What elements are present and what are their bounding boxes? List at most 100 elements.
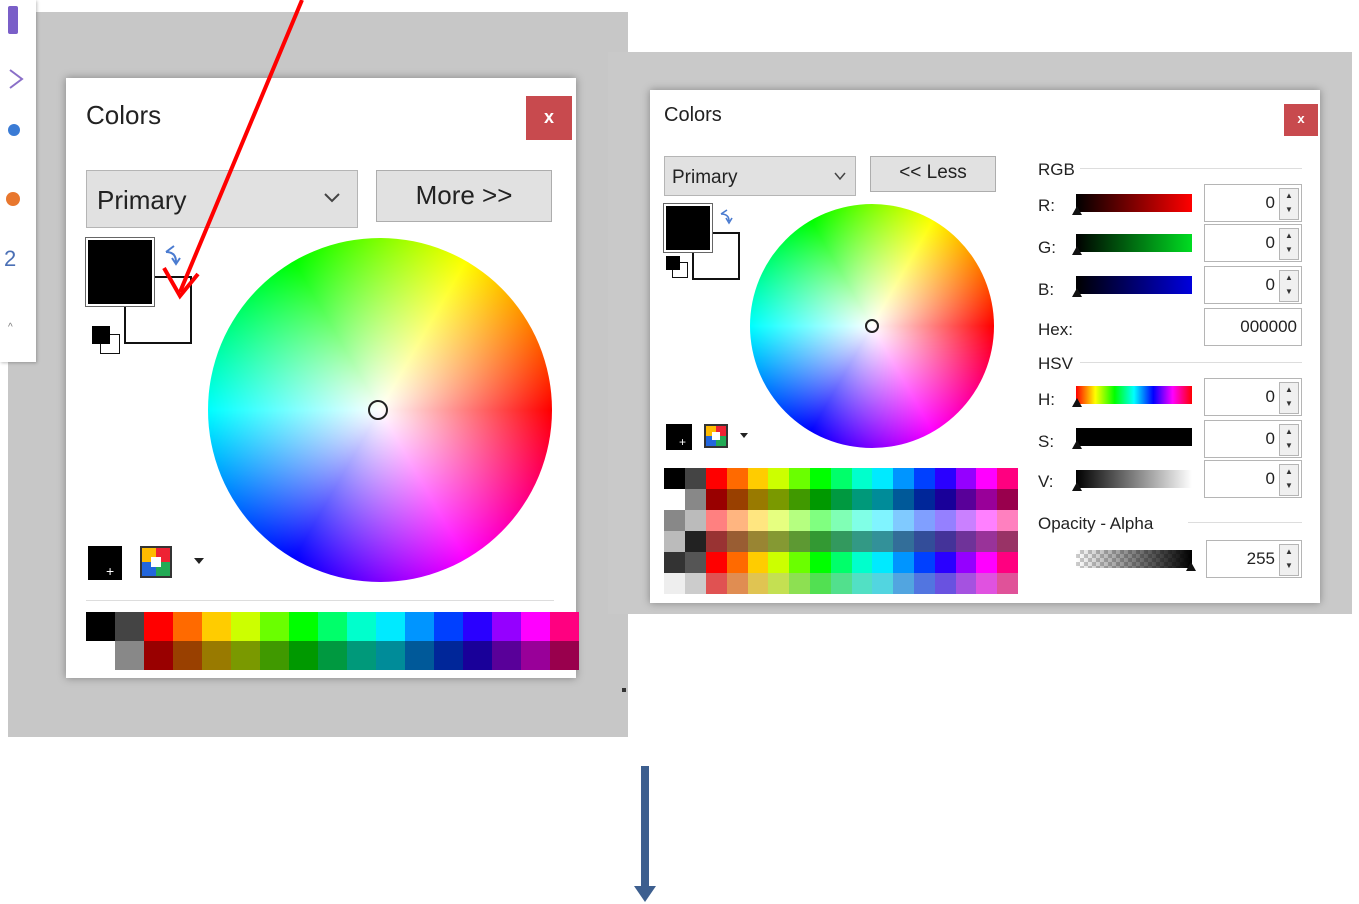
blue-slider[interactable]	[1076, 276, 1192, 294]
hue-slider[interactable]	[1076, 386, 1192, 404]
palette-swatch[interactable]	[976, 531, 998, 552]
red-slider[interactable]	[1076, 194, 1192, 212]
palette-swatch[interactable]	[706, 489, 727, 510]
palette-swatch[interactable]	[934, 468, 956, 489]
palette-swatch[interactable]	[434, 641, 463, 670]
swap-icon[interactable]	[718, 208, 736, 226]
hex-input[interactable]: 000000	[1204, 308, 1302, 346]
primary-secondary-dropdown[interactable]: Primary	[664, 156, 856, 196]
palette-swatch[interactable]	[521, 612, 550, 641]
line-tool-icon[interactable]: ^	[8, 322, 13, 333]
palette-swatch[interactable]	[851, 468, 873, 489]
palette-swatch[interactable]	[934, 552, 956, 573]
palette-swatch[interactable]	[684, 573, 706, 594]
saturation-slider-thumb[interactable]	[1072, 440, 1082, 449]
palette-swatch[interactable]	[810, 510, 831, 531]
palette-swatch[interactable]	[86, 641, 115, 670]
value-input[interactable]: 0 ▲ ▼	[1204, 460, 1302, 498]
palette-swatch[interactable]	[726, 468, 748, 489]
palette-swatch[interactable]	[830, 489, 852, 510]
saturation-slider[interactable]	[1076, 428, 1192, 446]
palette-swatch[interactable]	[872, 489, 894, 510]
palette-swatch[interactable]	[997, 552, 1018, 573]
palette-swatch[interactable]	[914, 489, 935, 510]
palette-swatch[interactable]	[872, 552, 894, 573]
palette-swatch[interactable]	[955, 573, 977, 594]
palette-swatch[interactable]	[893, 531, 914, 552]
palette-swatch[interactable]	[463, 641, 492, 670]
palette-swatch[interactable]	[706, 468, 727, 489]
palette-swatch[interactable]	[726, 573, 748, 594]
palette-swatch[interactable]	[789, 510, 810, 531]
less-button[interactable]: << Less	[870, 156, 996, 192]
palette-swatch[interactable]	[872, 468, 894, 489]
palette-swatch[interactable]	[789, 531, 810, 552]
palette-swatch[interactable]	[289, 641, 318, 670]
palette-swatch[interactable]	[997, 489, 1018, 510]
palette-swatch[interactable]	[463, 612, 492, 641]
palette-swatch[interactable]	[706, 510, 727, 531]
palette-swatch[interactable]	[872, 573, 894, 594]
palette-swatch[interactable]	[115, 612, 144, 641]
palette-swatch[interactable]	[976, 489, 998, 510]
reset-colors-icon[interactable]	[92, 326, 120, 354]
palette-swatch[interactable]	[976, 468, 998, 489]
palette-swatch[interactable]	[726, 489, 748, 510]
palette-swatch[interactable]	[747, 552, 769, 573]
green-spinner[interactable]: ▲ ▼	[1279, 228, 1299, 260]
palette-swatch[interactable]	[976, 573, 998, 594]
palette-swatch[interactable]	[955, 552, 977, 573]
alpha-spinner[interactable]: ▲ ▼	[1279, 544, 1299, 576]
saturation-spinner[interactable]: ▲ ▼	[1279, 424, 1299, 456]
palette-swatch[interactable]	[747, 489, 769, 510]
palette-swatch[interactable]	[706, 531, 727, 552]
palette-swatch[interactable]	[997, 468, 1018, 489]
palette-swatch[interactable]	[810, 489, 831, 510]
palette-swatch[interactable]	[115, 641, 144, 670]
more-button[interactable]: More >>	[376, 170, 552, 222]
palette-swatch[interactable]	[726, 510, 748, 531]
palette-swatch[interactable]	[810, 573, 831, 594]
close-button[interactable]: x	[526, 96, 572, 140]
palette-swatch[interactable]	[202, 641, 231, 670]
green-slider-thumb[interactable]	[1072, 246, 1082, 255]
palette-swatch[interactable]	[851, 510, 873, 531]
palette-swatch[interactable]	[810, 468, 831, 489]
palette-swatch[interactable]	[768, 531, 790, 552]
palette-swatch[interactable]	[789, 552, 810, 573]
blue-input[interactable]: 0 ▲ ▼	[1204, 266, 1302, 304]
palette-swatch[interactable]	[144, 612, 173, 641]
palette-swatch[interactable]	[893, 510, 914, 531]
palette-swatch[interactable]	[976, 552, 998, 573]
palette-swatch[interactable]	[851, 531, 873, 552]
palette-swatch[interactable]	[789, 468, 810, 489]
color-wheel-selector[interactable]	[368, 400, 388, 420]
palette-swatch[interactable]	[173, 641, 202, 670]
palette-swatch[interactable]	[289, 612, 318, 641]
hue-input[interactable]: 0 ▲ ▼	[1204, 378, 1302, 416]
palette-swatch[interactable]	[914, 468, 935, 489]
palette-swatch[interactable]	[684, 510, 706, 531]
palette-swatch[interactable]	[747, 531, 769, 552]
palette-swatch[interactable]	[997, 573, 1018, 594]
palette-swatch[interactable]	[492, 612, 521, 641]
hue-slider-thumb[interactable]	[1072, 398, 1082, 407]
primary-color-swatch[interactable]	[663, 203, 713, 253]
palette-swatch[interactable]	[173, 612, 202, 641]
palette-swatch[interactable]	[664, 573, 685, 594]
alpha-slider[interactable]	[1076, 550, 1192, 568]
color-palette[interactable]	[86, 612, 579, 670]
red-input[interactable]: 0 ▲ ▼	[1204, 184, 1302, 222]
palette-swatch[interactable]	[851, 573, 873, 594]
red-slider-thumb[interactable]	[1072, 206, 1082, 215]
palette-swatch[interactable]	[955, 489, 977, 510]
palette-swatch[interactable]	[550, 641, 579, 670]
palette-swatch[interactable]	[830, 531, 852, 552]
palette-swatch[interactable]	[955, 468, 977, 489]
palette-swatch[interactable]	[830, 552, 852, 573]
palette-swatch[interactable]	[934, 531, 956, 552]
palette-swatch[interactable]	[260, 612, 289, 641]
palette-swatch[interactable]	[976, 510, 998, 531]
palette-swatch[interactable]	[706, 573, 727, 594]
palette-swatch[interactable]	[376, 612, 405, 641]
